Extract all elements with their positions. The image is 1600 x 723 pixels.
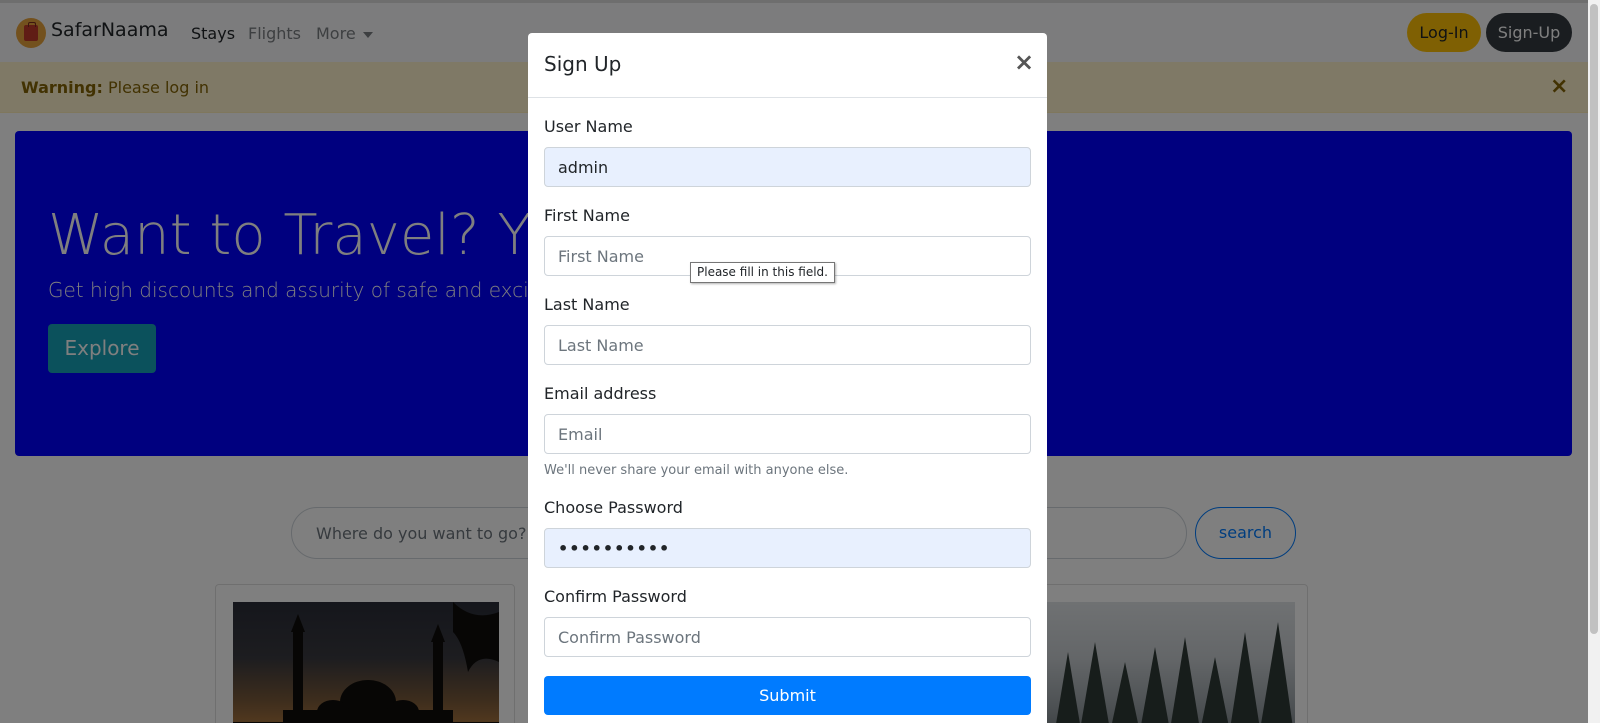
username-label: User Name [544, 117, 633, 136]
signup-modal: Sign Up × User Name admin First Name Fir… [528, 33, 1047, 723]
last-name-placeholder: Last Name [558, 336, 644, 355]
last-name-label: Last Name [544, 295, 630, 314]
email-help-text: We'll never share your email with anyone… [544, 463, 849, 478]
modal-header: Sign Up × [528, 33, 1047, 98]
username-value: admin [558, 158, 609, 177]
confirm-password-label: Confirm Password [544, 587, 687, 606]
modal-title: Sign Up [544, 52, 622, 76]
confirm-password-placeholder: Confirm Password [558, 628, 701, 647]
page-scrollbar[interactable] [1588, 0, 1600, 723]
first-name-placeholder: First Name [558, 247, 644, 266]
validation-tooltip: Please fill in this field. [690, 262, 835, 283]
email-placeholder: Email [558, 425, 603, 444]
last-name-field[interactable]: Last Name [544, 325, 1031, 365]
username-field[interactable]: admin [544, 147, 1031, 187]
email-field[interactable]: Email [544, 414, 1031, 454]
submit-button[interactable]: Submit [544, 676, 1031, 715]
password-label: Choose Password [544, 498, 683, 517]
email-label: Email address [544, 384, 657, 403]
scrollbar-thumb[interactable] [1590, 4, 1598, 634]
confirm-password-field[interactable]: Confirm Password [544, 617, 1031, 657]
first-name-label: First Name [544, 206, 630, 225]
password-field[interactable]: •••••••••• [544, 528, 1031, 568]
close-icon[interactable]: × [1014, 50, 1034, 74]
password-value: •••••••••• [558, 539, 671, 558]
